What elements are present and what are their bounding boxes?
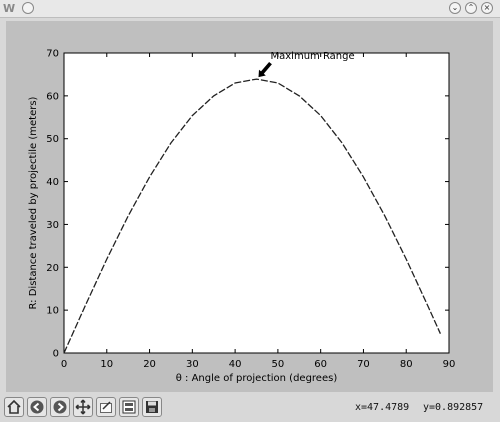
subplots-button[interactable]	[119, 397, 139, 417]
x-tick-label: 10	[100, 359, 113, 370]
x-coordinate-readout: x=47.4789	[355, 402, 410, 413]
y-tick-label: 20	[46, 263, 59, 274]
x-tick-label: 50	[272, 359, 285, 370]
x-tick-label: 60	[314, 359, 327, 370]
home-icon	[7, 399, 21, 414]
y-tick-label: 0	[53, 349, 59, 360]
x-tick-label: 90	[443, 359, 456, 370]
annotation-maximum-range: Maximum Range	[271, 51, 355, 62]
y-tick-label: 10	[46, 306, 59, 317]
app-icon: W	[3, 2, 15, 15]
home-button[interactable]	[4, 397, 24, 417]
chevron-down-icon[interactable]: ⌄	[449, 2, 461, 14]
subplots-icon	[122, 400, 136, 414]
save-icon	[146, 401, 158, 413]
y-tick-label: 70	[46, 49, 59, 60]
window-titlebar: W ⌄ ⌃ ×	[0, 0, 500, 18]
pan-button[interactable]	[73, 397, 93, 417]
back-icon	[30, 400, 44, 414]
chart: 0 10 20 30 40 50 60 70 80 90 0 10 20 30 40 50 60 70 Maxim…	[28, 49, 456, 385]
x-tick-label: 70	[357, 359, 370, 370]
y-coordinate-readout: y=0.892857	[423, 402, 484, 413]
x-axis-label: θ : Angle of projection (degrees)	[176, 373, 338, 384]
zoom-button[interactable]	[96, 397, 116, 417]
close-icon[interactable]: ×	[481, 2, 493, 14]
y-tick-label: 40	[46, 177, 59, 188]
save-button[interactable]	[142, 397, 162, 417]
window-menu-icon[interactable]	[22, 2, 34, 14]
plot-area	[63, 52, 450, 354]
y-axis-label: R: Distance traveled by projectile (mete…	[28, 96, 39, 309]
x-tick-label: 20	[143, 359, 156, 370]
y-tick-label: 50	[46, 134, 59, 145]
x-tick-label: 80	[400, 359, 413, 370]
forward-button[interactable]	[50, 397, 70, 417]
chevron-up-icon[interactable]: ⌃	[465, 2, 477, 14]
zoom-icon	[100, 401, 112, 413]
y-tick-label: 30	[46, 220, 59, 231]
x-tick-label: 40	[229, 359, 242, 370]
navigation-toolbar: x=47.4789 y=0.892857	[0, 393, 500, 422]
forward-icon	[53, 400, 67, 414]
pan-icon	[75, 399, 91, 415]
figure-canvas: 0 10 20 30 40 50 60 70 80 90 0 10 20 30 40 50 60 70 Maxim…	[6, 21, 493, 392]
x-tick-label: 30	[186, 359, 199, 370]
back-button[interactable]	[27, 397, 47, 417]
x-tick-label: 0	[61, 359, 67, 370]
y-tick-label: 60	[46, 91, 59, 102]
